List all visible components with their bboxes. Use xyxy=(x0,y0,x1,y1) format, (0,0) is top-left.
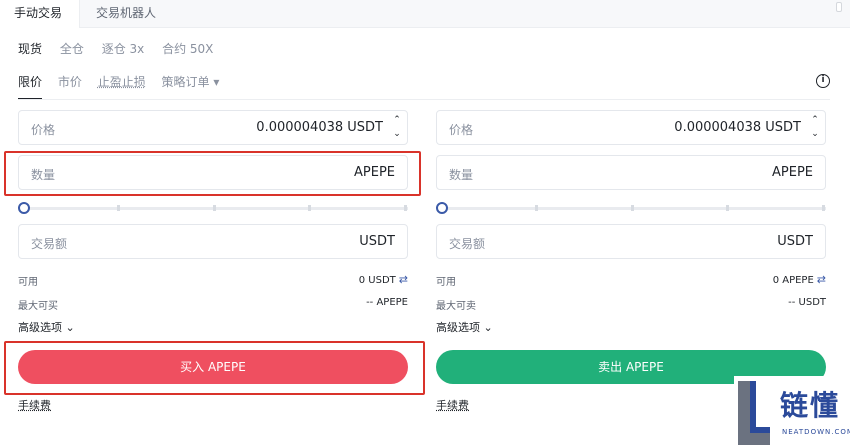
available-label: 可用 xyxy=(436,277,456,288)
order-type-strategy[interactable]: 策略订单 ▾ xyxy=(162,73,220,98)
buy-amount-label: 交易额 xyxy=(31,237,68,251)
chevron-up-icon[interactable]: ⌃ xyxy=(809,113,821,127)
order-type-limit[interactable]: 限价 xyxy=(18,73,43,100)
swap-icon[interactable]: ⇄ xyxy=(399,273,408,286)
info-icon[interactable]: i xyxy=(816,74,830,88)
tab-manual-trade[interactable]: 手动交易 xyxy=(0,0,80,28)
available-label: 可用 xyxy=(18,277,38,288)
highlight-box-quantity xyxy=(4,151,421,196)
watermark-text: 链懂 xyxy=(780,389,841,422)
sell-amount-field[interactable]: 交易额 USDT xyxy=(436,224,826,259)
sell-available-row: 可用 0 APEPE ⇄ xyxy=(436,269,826,293)
swap-icon[interactable]: ⇄ xyxy=(817,273,826,286)
highlight-box-buy xyxy=(4,341,425,395)
order-type-market[interactable]: 市价 xyxy=(58,73,82,98)
slider-track[interactable] xyxy=(24,207,408,210)
slider-handle[interactable] xyxy=(436,202,448,214)
available-value: 0 USDT xyxy=(358,275,396,286)
sell-fee-label[interactable]: 手续费 xyxy=(436,397,469,413)
slider-tick[interactable] xyxy=(726,205,729,211)
max-buy-value: -- APEPE xyxy=(366,297,408,308)
mode-spot[interactable]: 现货 xyxy=(18,40,42,57)
scrollbar-icon[interactable] xyxy=(836,2,842,12)
sell-quantity-field[interactable]: 数量 APEPE xyxy=(436,155,826,190)
divider xyxy=(18,99,830,100)
buy-fee-label[interactable]: 手续费 xyxy=(18,397,51,413)
top-tabs: 手动交易 交易机器人 xyxy=(0,0,850,28)
sell-amount-slider[interactable] xyxy=(436,200,826,216)
trade-mode-row: 现货 全仓 逐仓 3x 合约 50X xyxy=(18,40,227,58)
mode-isolated[interactable]: 逐仓 3x xyxy=(102,40,145,57)
tab-trading-bot[interactable]: 交易机器人 xyxy=(82,0,170,28)
available-value: 0 APEPE xyxy=(772,275,814,286)
buy-advanced-options[interactable]: 高级选项 ⌄ xyxy=(18,319,410,341)
slider-handle[interactable] xyxy=(18,202,30,214)
watermark-logo: 链懂 NEATDOWN.COM xyxy=(734,376,850,447)
sell-price-value[interactable]: 0.000004038 USDT xyxy=(674,120,801,135)
buy-amount-slider[interactable] xyxy=(18,200,408,216)
slider-track[interactable] xyxy=(442,207,826,210)
slider-tick[interactable] xyxy=(404,205,407,211)
sell-quantity-unit: APEPE xyxy=(772,165,813,180)
buy-max-row: 最大可买 -- APEPE xyxy=(18,293,408,317)
buy-price-value[interactable]: 0.000004038 USDT xyxy=(256,120,383,135)
slider-tick[interactable] xyxy=(213,205,216,211)
max-sell-value: -- USDT xyxy=(788,297,826,308)
sell-advanced-options[interactable]: 高级选项 ⌄ xyxy=(436,319,828,341)
price-stepper[interactable]: ⌃ ⌄ xyxy=(391,113,403,143)
logo-icon xyxy=(738,381,770,445)
sell-max-row: 最大可卖 -- USDT xyxy=(436,293,826,317)
max-sell-label: 最大可卖 xyxy=(436,301,476,312)
buy-price-field[interactable]: 价格 0.000004038 USDT ⌃ ⌄ xyxy=(18,110,408,145)
buy-price-label: 价格 xyxy=(31,123,56,137)
buy-amount-field[interactable]: 交易额 USDT xyxy=(18,224,408,259)
chevron-down-icon[interactable]: ⌄ xyxy=(391,127,403,141)
sell-price-label: 价格 xyxy=(449,123,474,137)
sell-amount-label: 交易额 xyxy=(449,237,486,251)
slider-tick[interactable] xyxy=(535,205,538,211)
watermark-subtext: NEATDOWN.COM xyxy=(782,428,850,436)
sell-price-field[interactable]: 价格 0.000004038 USDT ⌃ ⌄ xyxy=(436,110,826,145)
sell-quantity-label: 数量 xyxy=(449,168,474,182)
chevron-down-icon[interactable]: ⌄ xyxy=(809,127,821,141)
buy-amount-unit: USDT xyxy=(359,234,395,249)
buy-panel: 价格 0.000004038 USDT ⌃ ⌄ 数量 APEPE 交易额 USD… xyxy=(18,110,410,341)
chevron-up-icon[interactable]: ⌃ xyxy=(391,113,403,127)
order-type-row: 限价 市价 止盈止损 策略订单 ▾ i xyxy=(18,73,830,101)
mode-futures[interactable]: 合约 50X xyxy=(162,40,213,57)
sell-panel: 价格 0.000004038 USDT ⌃ ⌄ 数量 APEPE 交易额 USD… xyxy=(436,110,828,341)
max-buy-label: 最大可买 xyxy=(18,301,58,312)
slider-tick[interactable] xyxy=(117,205,120,211)
price-stepper[interactable]: ⌃ ⌄ xyxy=(809,113,821,143)
slider-tick[interactable] xyxy=(631,205,634,211)
sell-amount-unit: USDT xyxy=(777,234,813,249)
mode-cross[interactable]: 全仓 xyxy=(60,40,84,57)
slider-tick[interactable] xyxy=(822,205,825,211)
slider-tick[interactable] xyxy=(308,205,311,211)
order-type-tpsl[interactable]: 止盈止损 xyxy=(98,73,146,98)
buy-available-row: 可用 0 USDT ⇄ xyxy=(18,269,408,293)
